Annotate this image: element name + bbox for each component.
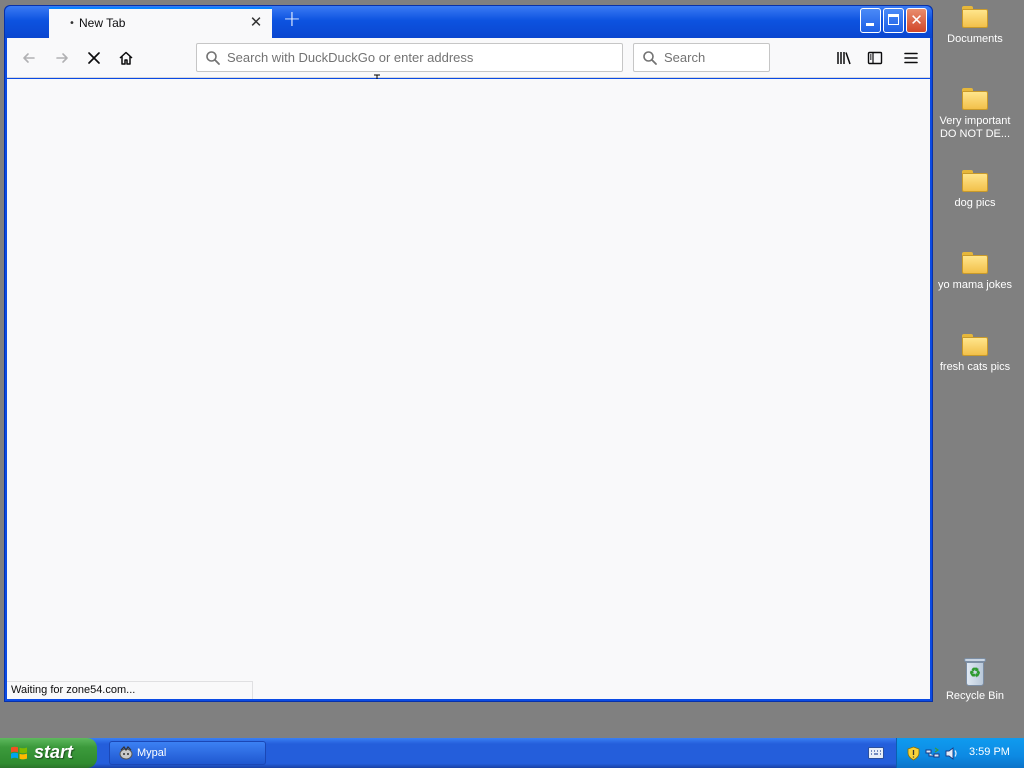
desktop-icon-label: yo mama jokes <box>938 279 1012 291</box>
folder-icon <box>962 88 988 110</box>
windows-logo-icon <box>11 746 27 760</box>
recycle-bin-icon: ♻ <box>963 658 987 686</box>
stop-icon <box>88 52 100 64</box>
forward-button[interactable] <box>49 46 75 70</box>
start-button[interactable]: start <box>0 738 97 768</box>
desktop-icon-label: dog pics <box>954 197 996 209</box>
clock[interactable]: 3:59 PM <box>969 746 1010 758</box>
forward-icon <box>56 53 68 63</box>
url-bar[interactable] <box>196 43 623 72</box>
desktop-icon-fresh-cats-pics[interactable]: fresh cats pics <box>934 334 1016 374</box>
back-icon <box>23 53 35 63</box>
browser-window: • New Tab ✕ + ✕ Search with DuckDuckGo o… <box>4 5 933 702</box>
search-icon <box>643 51 657 65</box>
menu-icon <box>904 52 918 64</box>
folder-icon <box>962 6 988 28</box>
system-tray: 3:59 PM <box>896 738 1024 768</box>
desktop-icon-label: Recycle Bin <box>945 690 1005 702</box>
folder-icon <box>962 170 988 192</box>
security-shield-icon[interactable] <box>906 746 921 761</box>
minimize-button[interactable] <box>860 8 881 33</box>
page-content[interactable]: Waiting for zone54.com... <box>7 79 930 699</box>
title-bar[interactable]: • New Tab ✕ + ✕ <box>5 6 932 38</box>
maximize-icon <box>888 14 899 25</box>
search-input[interactable] <box>664 44 764 71</box>
back-button[interactable] <box>16 46 42 70</box>
taskbar-item-mypal[interactable]: Mypal <box>109 741 266 765</box>
mypal-icon <box>119 746 133 760</box>
close-icon: ✕ <box>910 11 923 29</box>
desktop-icon-label: fresh cats pics <box>939 361 1011 373</box>
maximize-button[interactable] <box>883 8 904 33</box>
desktop-icon-recycle-bin[interactable]: ♻ Recycle Bin <box>934 658 1016 703</box>
search-icon <box>206 51 220 65</box>
taskbar: start Mypal 3:59 PM <box>0 738 1024 768</box>
desktop-icon-dog-pics[interactable]: dog pics <box>934 170 1016 210</box>
stop-button[interactable] <box>81 46 107 70</box>
network-icon[interactable] <box>925 746 940 761</box>
volume-icon[interactable] <box>944 746 959 761</box>
status-bar: Waiting for zone54.com... <box>7 681 253 699</box>
tab-loading-indicator: • <box>69 18 75 29</box>
home-icon <box>119 51 133 65</box>
minimize-icon <box>866 23 874 26</box>
menu-button[interactable] <box>898 46 924 70</box>
desktop-icon-label: Documents <box>947 33 1003 45</box>
sidebar-icon <box>867 51 883 65</box>
desktop-icon-documents[interactable]: Documents <box>934 6 1016 46</box>
folder-icon <box>962 334 988 356</box>
tab-new-tab[interactable]: • New Tab ✕ <box>49 7 272 38</box>
desktop-icon-very-important[interactable]: Very important DO NOT DE... <box>934 88 1016 141</box>
tab-title: New Tab <box>79 16 126 30</box>
desktop-icon-yo-mama-jokes[interactable]: yo mama jokes <box>934 252 1016 292</box>
sidebar-button[interactable] <box>862 46 888 70</box>
folder-icon <box>962 252 988 274</box>
start-label: start <box>34 742 74 762</box>
keyboard-icon[interactable] <box>868 747 884 759</box>
desktop-icon-label: Very important DO NOT DE... <box>939 115 1011 140</box>
url-input[interactable] <box>227 44 617 71</box>
library-icon <box>837 52 851 65</box>
home-button[interactable] <box>113 46 139 70</box>
new-tab-button[interactable]: + <box>280 9 304 33</box>
nav-toolbar <box>7 38 930 90</box>
close-window-button[interactable]: ✕ <box>906 8 927 33</box>
tab-close-icon[interactable]: ✕ <box>248 14 264 30</box>
taskbar-item-label: Mypal <box>137 747 167 759</box>
search-bar[interactable] <box>633 43 770 72</box>
library-button[interactable] <box>831 46 857 70</box>
